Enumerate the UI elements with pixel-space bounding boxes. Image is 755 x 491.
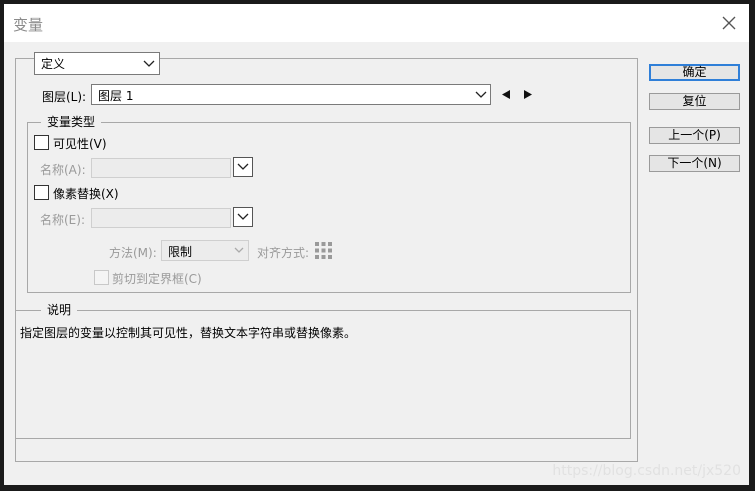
alignment-grid-icon[interactable] (314, 241, 333, 260)
method-select-value: 限制 (168, 245, 193, 259)
clip-checkbox[interactable] (94, 270, 109, 285)
reset-button[interactable]: 复位 (649, 93, 740, 110)
next-button[interactable]: 下一个(N) (649, 155, 740, 172)
visibility-checkbox[interactable] (34, 135, 49, 150)
method-select[interactable]: 限制 (161, 240, 249, 261)
description-title: 说明 (41, 301, 78, 318)
watermark: https://blog.csdn.net/jx520 (552, 463, 741, 479)
chevron-down-icon (143, 60, 155, 67)
definition-select[interactable]: 定义 (34, 52, 160, 75)
pixel-replace-name-label: 名称(E): (40, 213, 85, 227)
alignment-label: 对齐方式: (257, 246, 310, 260)
chevron-down-icon (234, 247, 244, 253)
previous-layer-arrow-icon[interactable] (501, 89, 511, 100)
pixel-replace-name-dropdown[interactable] (233, 207, 253, 227)
next-layer-arrow-icon[interactable] (523, 89, 533, 100)
visibility-name-label: 名称(A): (40, 163, 86, 177)
layer-label: 图层(L): (42, 90, 87, 104)
variable-types-title: 变量类型 (41, 113, 102, 130)
close-icon[interactable] (718, 12, 740, 34)
visibility-name-dropdown[interactable] (233, 157, 253, 177)
ok-button[interactable]: 确定 (649, 64, 740, 81)
pixel-replace-label: 像素替换(X) (53, 187, 119, 201)
variables-dialog: 变量 定义 图层(L): 图层 1 变量类型 可见性(V) 名称(A): 像素替… (4, 4, 749, 485)
layer-select-value: 图层 1 (98, 89, 134, 103)
definition-select-value: 定义 (41, 57, 66, 71)
chevron-down-icon (237, 213, 249, 220)
chevron-down-icon (237, 163, 249, 170)
visibility-label: 可见性(V) (53, 137, 107, 151)
chevron-down-icon (475, 91, 487, 98)
previous-button[interactable]: 上一个(P) (649, 127, 740, 144)
description-text: 指定图层的变量以控制其可见性，替换文本字符串或替换像素。 (20, 326, 357, 340)
layer-select[interactable]: 图层 1 (91, 84, 491, 105)
visibility-name-input[interactable] (91, 158, 231, 178)
pixel-replace-name-input[interactable] (91, 208, 231, 228)
method-label: 方法(M): (109, 246, 157, 260)
pixel-replace-checkbox[interactable] (34, 185, 49, 200)
window-title: 变量 (13, 16, 44, 34)
title-bar: 变量 (4, 4, 749, 42)
clip-label: 剪切到定界框(C) (112, 272, 202, 286)
